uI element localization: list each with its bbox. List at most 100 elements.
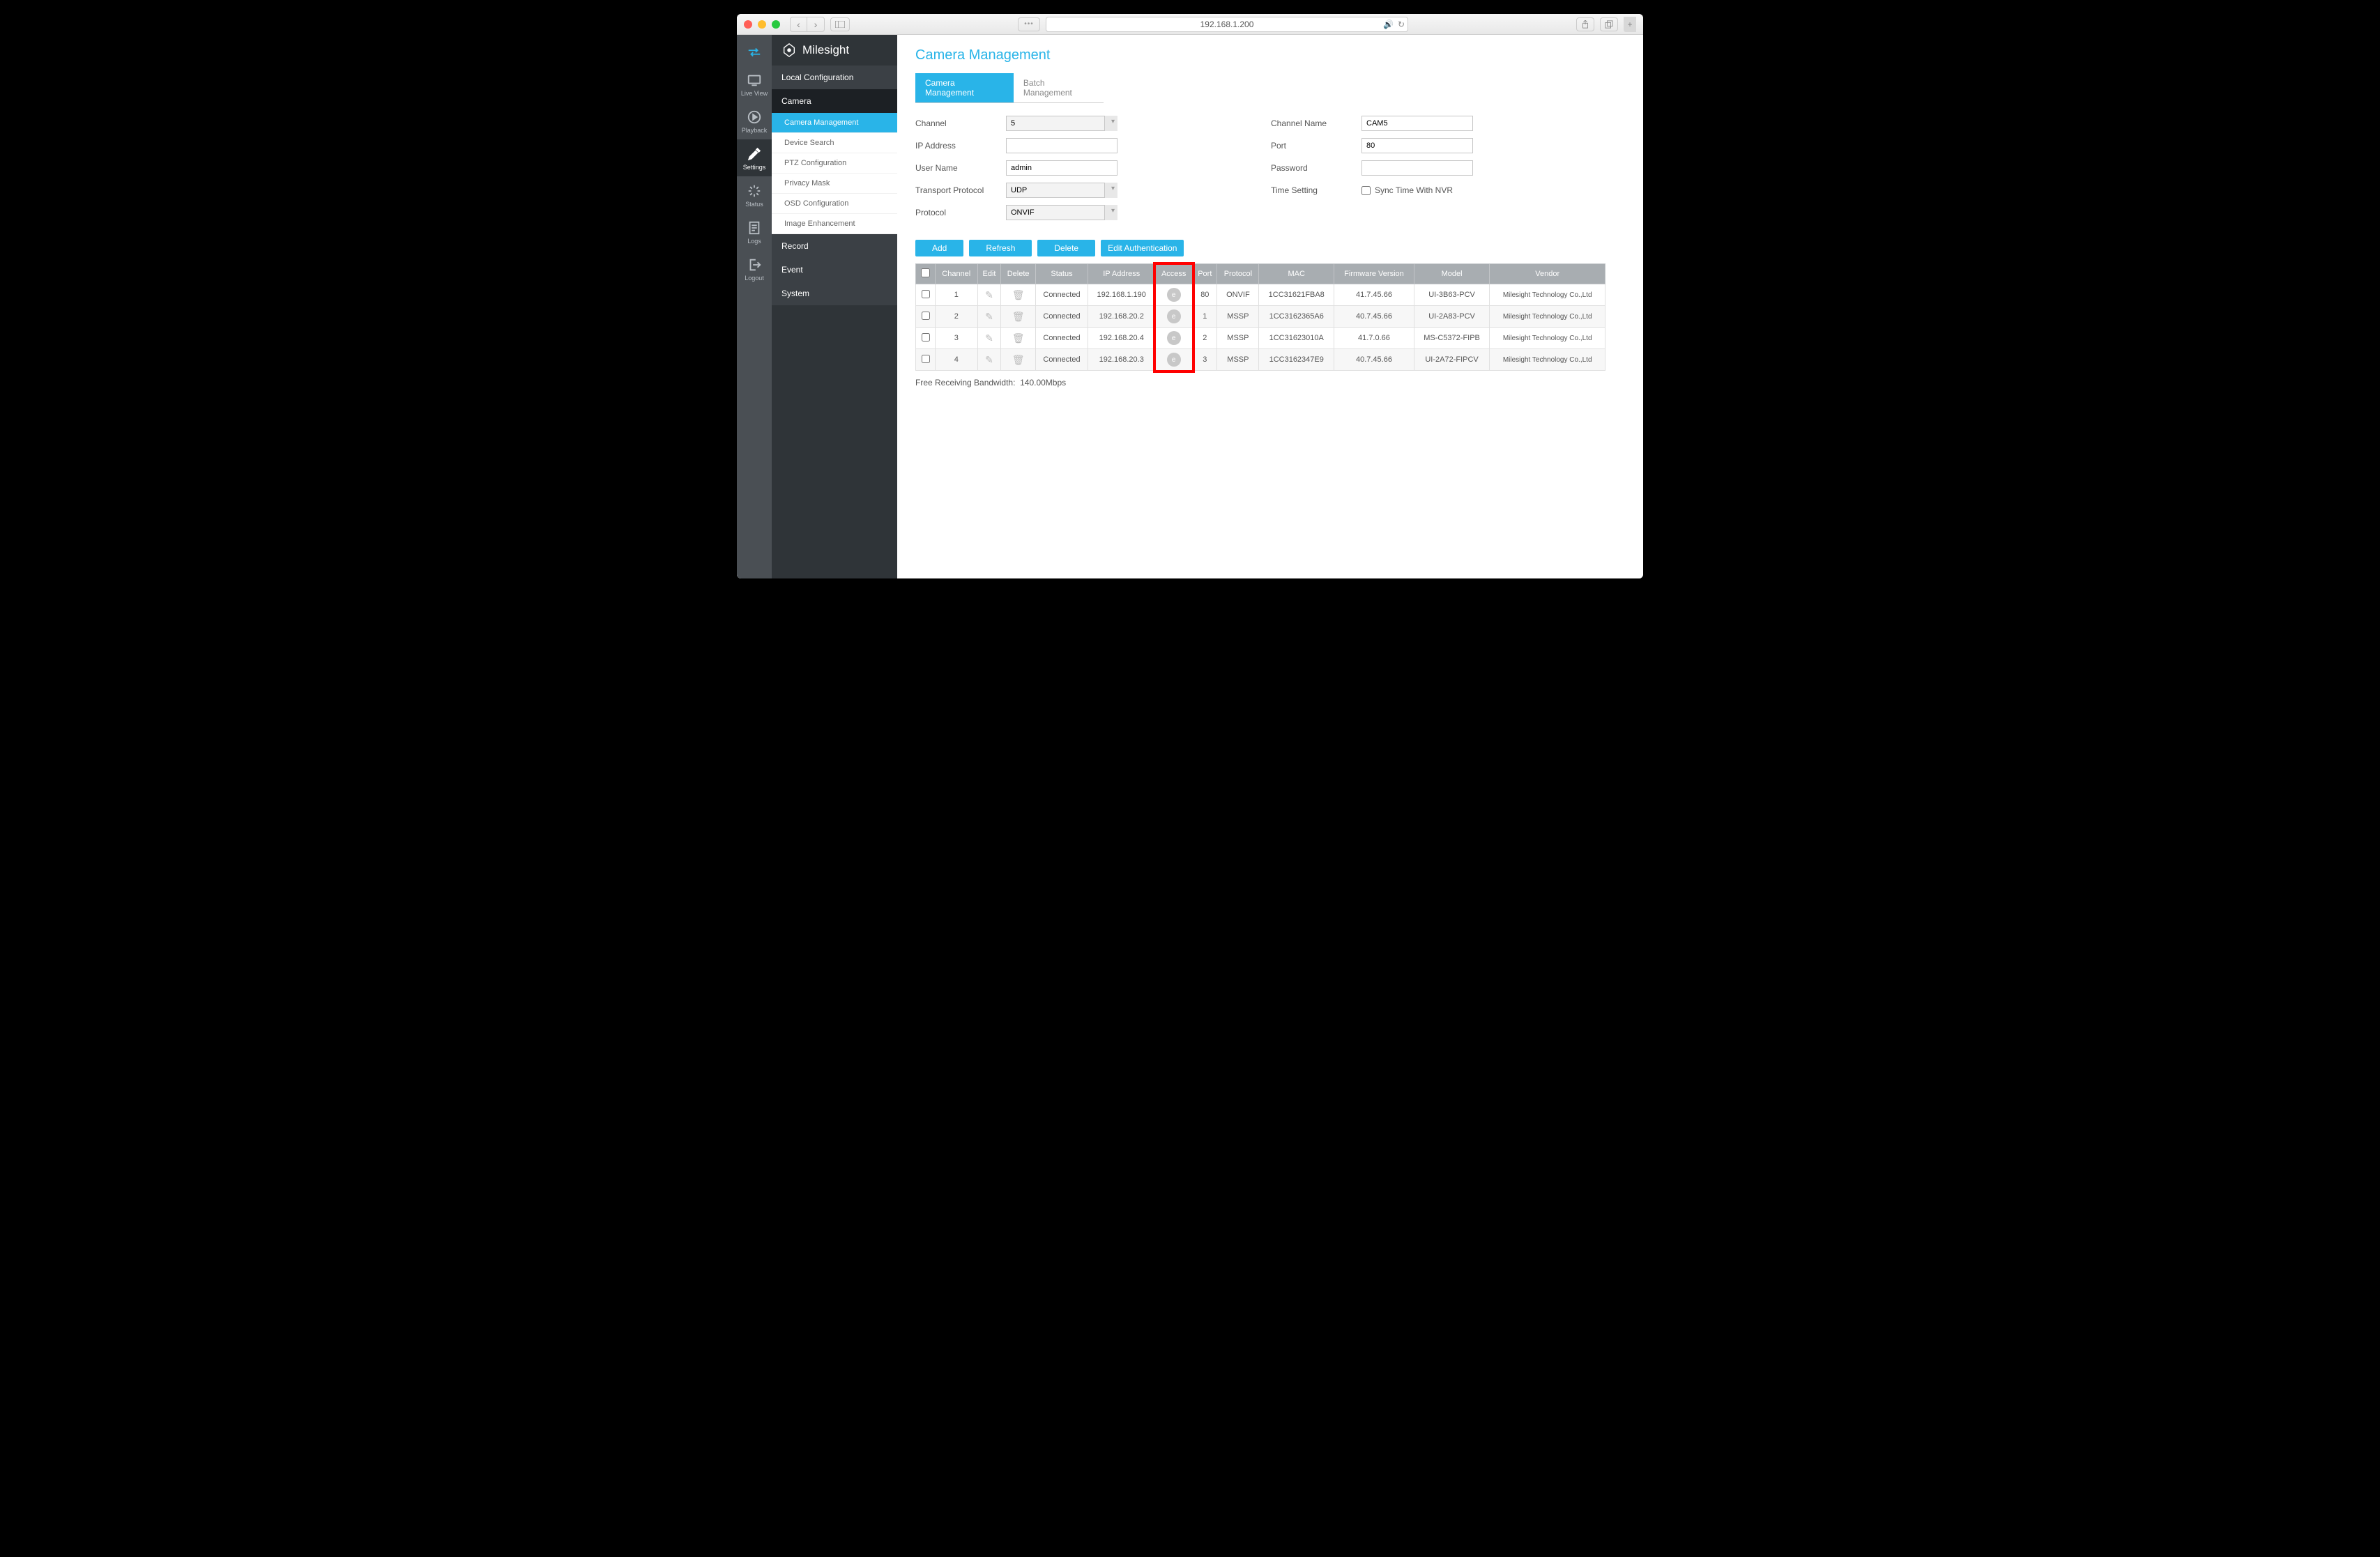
trash-icon[interactable]: 🗑 xyxy=(1012,332,1025,344)
form: Channel Channel Name IP Address Port Use… xyxy=(915,116,1625,220)
cell-access: e xyxy=(1155,306,1193,328)
new-tab-button[interactable]: + xyxy=(1624,17,1636,32)
user-input[interactable] xyxy=(1006,160,1117,176)
cell-status: Connected xyxy=(1035,349,1088,371)
sidebar-image-enhancement[interactable]: Image Enhancement xyxy=(772,214,897,234)
forward-button[interactable]: › xyxy=(807,17,824,31)
url-bar[interactable]: 192.168.1.200 🔊 ↻ xyxy=(1046,17,1408,32)
cell-access: e xyxy=(1155,328,1193,349)
close-window-button[interactable] xyxy=(744,20,752,29)
delete-button[interactable]: Delete xyxy=(1037,240,1095,256)
trash-icon[interactable]: 🗑 xyxy=(1012,289,1025,301)
cell-vendor: Milesight Technology Co.,Ltd xyxy=(1490,328,1605,349)
edit-auth-button[interactable]: Edit Authentication xyxy=(1101,240,1184,256)
maximize-window-button[interactable] xyxy=(772,20,780,29)
cell-channel: 3 xyxy=(936,328,978,349)
reader-button[interactable]: ••• xyxy=(1018,17,1040,31)
edit-icon[interactable]: ✎ xyxy=(985,289,993,301)
sidebar-osd-config[interactable]: OSD Configuration xyxy=(772,194,897,214)
channel-name-input[interactable] xyxy=(1361,116,1473,131)
cell-model: UI-2A83-PCV xyxy=(1414,306,1490,328)
sidebar-camera[interactable]: Camera xyxy=(772,89,897,113)
bandwidth-footer: Free Receiving Bandwidth: 140.00Mbps xyxy=(915,378,1625,388)
row-checkbox[interactable] xyxy=(922,355,930,363)
cell-fw: 41.7.45.66 xyxy=(1334,284,1414,306)
rail-status[interactable]: Status xyxy=(737,176,772,213)
protocol-label: Protocol xyxy=(915,208,1006,217)
rail-top-icon[interactable] xyxy=(737,35,772,66)
cell-ip: 192.168.20.2 xyxy=(1088,306,1155,328)
select-all-checkbox[interactable] xyxy=(921,268,930,277)
cell-port: 80 xyxy=(1193,284,1217,306)
rail-playback[interactable]: Playback xyxy=(737,102,772,139)
trash-icon[interactable]: 🗑 xyxy=(1012,354,1025,366)
sidebar-toggle-button[interactable] xyxy=(830,17,850,31)
cell-port: 3 xyxy=(1193,349,1217,371)
url-text: 192.168.1.200 xyxy=(1200,20,1254,29)
sidebar-local-config[interactable]: Local Configuration xyxy=(772,66,897,89)
edit-icon[interactable]: ✎ xyxy=(985,332,993,344)
table-row: 2✎🗑Connected192.168.20.2e1MSSP1CC3162365… xyxy=(916,306,1605,328)
edit-icon[interactable]: ✎ xyxy=(985,311,993,323)
cell-ip: 192.168.1.190 xyxy=(1088,284,1155,306)
sidebar: Milesight Local Configuration Camera Cam… xyxy=(772,35,897,578)
camera-table: Channel Edit Delete Status IP Address Ac… xyxy=(915,263,1605,371)
rail-logs[interactable]: Logs xyxy=(737,213,772,250)
channel-label: Channel xyxy=(915,118,1006,128)
access-icon[interactable]: e xyxy=(1167,331,1181,345)
brand: Milesight xyxy=(772,35,897,66)
cell-model: MS-C5372-FIPB xyxy=(1414,328,1490,349)
sidebar-device-search[interactable]: Device Search xyxy=(772,133,897,153)
sidebar-system[interactable]: System xyxy=(772,282,897,305)
cell-protocol: ONVIF xyxy=(1217,284,1259,306)
ip-label: IP Address xyxy=(915,141,1006,151)
password-label: Password xyxy=(1271,163,1361,173)
access-icon[interactable]: e xyxy=(1167,309,1181,323)
trash-icon[interactable]: 🗑 xyxy=(1012,311,1025,323)
tab-batch-management[interactable]: Batch Management xyxy=(1014,73,1104,102)
row-checkbox[interactable] xyxy=(922,333,930,342)
cell-model: UI-3B63-PCV xyxy=(1414,284,1490,306)
row-checkbox[interactable] xyxy=(922,312,930,320)
audio-icon[interactable]: 🔊 xyxy=(1383,20,1394,29)
add-button[interactable]: Add xyxy=(915,240,963,256)
reload-icon[interactable]: ↻ xyxy=(1398,20,1405,29)
table-header-row: Channel Edit Delete Status IP Address Ac… xyxy=(916,264,1605,284)
cell-access: e xyxy=(1155,284,1193,306)
refresh-button[interactable]: Refresh xyxy=(969,240,1032,256)
port-input[interactable] xyxy=(1361,138,1473,153)
sidebar-camera-management[interactable]: Camera Management xyxy=(772,113,897,133)
access-icon[interactable]: e xyxy=(1167,288,1181,302)
icon-rail: Live View Playback Settings Status Logs … xyxy=(737,35,772,578)
channel-select[interactable] xyxy=(1006,116,1117,131)
tab-camera-management[interactable]: Camera Management xyxy=(915,73,1014,102)
transport-select[interactable] xyxy=(1006,183,1117,198)
sidebar-ptz-config[interactable]: PTZ Configuration xyxy=(772,153,897,174)
row-checkbox[interactable] xyxy=(922,290,930,298)
share-button[interactable] xyxy=(1576,17,1594,31)
back-button[interactable]: ‹ xyxy=(791,17,807,31)
traffic-lights xyxy=(744,20,780,29)
tabs-button[interactable] xyxy=(1600,17,1618,31)
sidebar-event[interactable]: Event xyxy=(772,258,897,282)
sidebar-privacy-mask[interactable]: Privacy Mask xyxy=(772,174,897,194)
sync-time-checkbox[interactable] xyxy=(1361,186,1371,195)
ip-input[interactable] xyxy=(1006,138,1117,153)
channel-name-label: Channel Name xyxy=(1271,118,1361,128)
cell-channel: 2 xyxy=(936,306,978,328)
browser-window: ‹ › ••• 192.168.1.200 🔊 ↻ + xyxy=(737,14,1643,578)
sidebar-record[interactable]: Record xyxy=(772,234,897,258)
transport-label: Transport Protocol xyxy=(915,185,1006,195)
rail-settings[interactable]: Settings xyxy=(737,139,772,176)
rail-liveview[interactable]: Live View xyxy=(737,66,772,102)
edit-icon[interactable]: ✎ xyxy=(985,354,993,366)
cell-status: Connected xyxy=(1035,306,1088,328)
nav-arrows: ‹ › xyxy=(790,17,825,32)
cell-mac: 1CC31623010A xyxy=(1259,328,1334,349)
access-icon[interactable]: e xyxy=(1167,353,1181,367)
rail-logout[interactable]: Logout xyxy=(737,250,772,287)
cell-port: 1 xyxy=(1193,306,1217,328)
protocol-select[interactable] xyxy=(1006,205,1117,220)
password-input[interactable] xyxy=(1361,160,1473,176)
minimize-window-button[interactable] xyxy=(758,20,766,29)
